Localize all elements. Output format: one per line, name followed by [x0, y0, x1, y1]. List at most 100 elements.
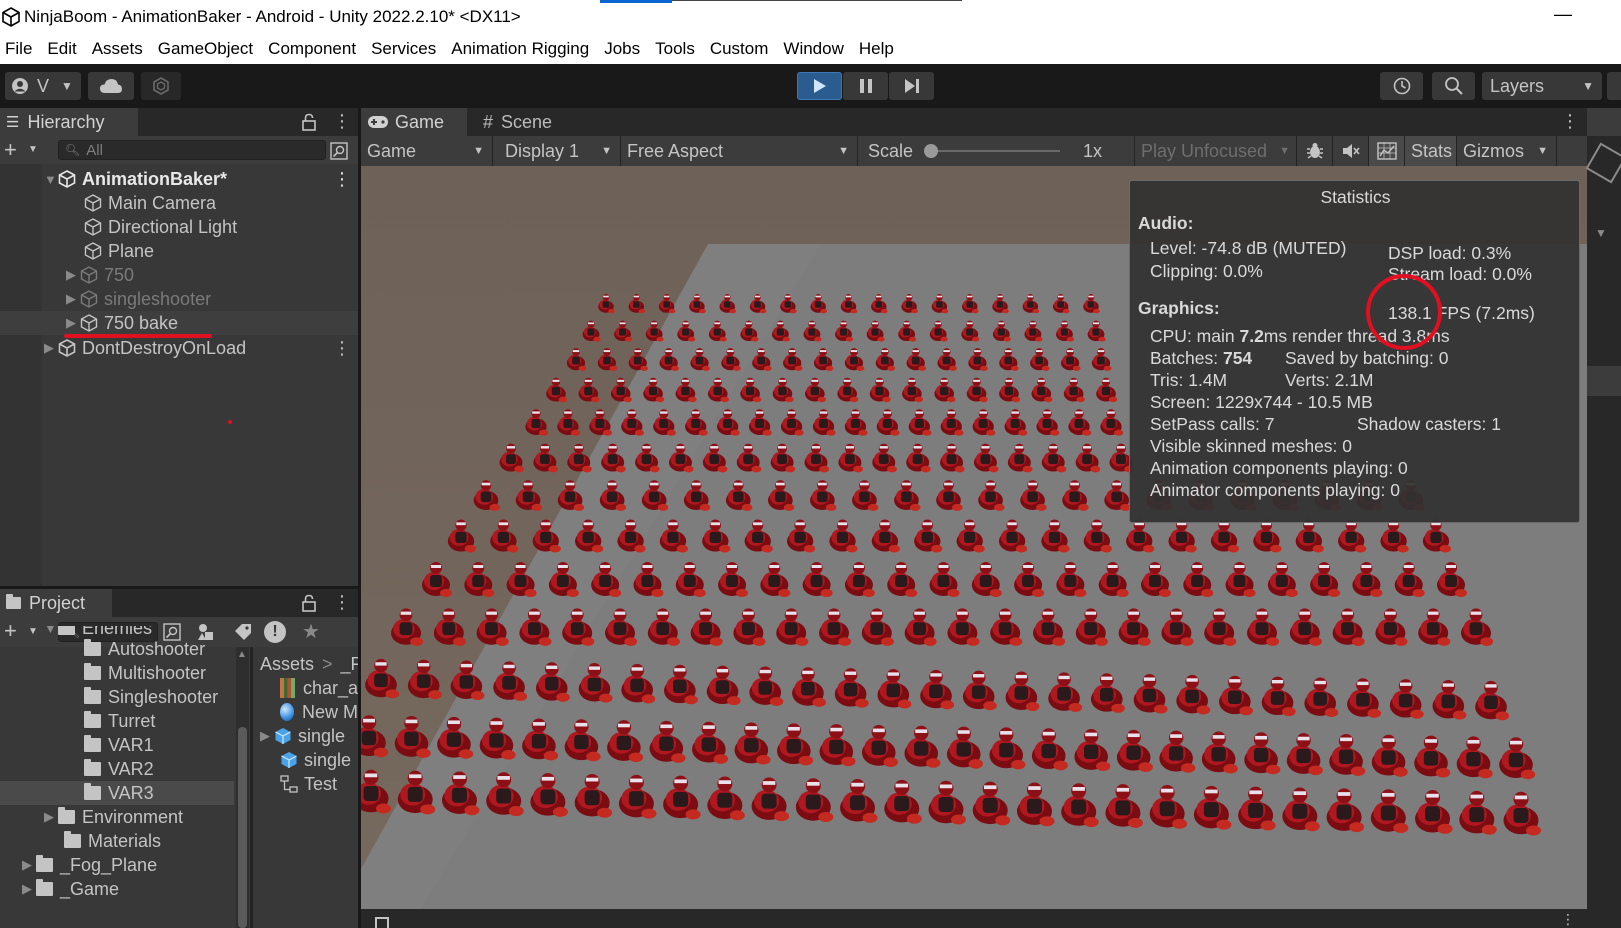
game-mode-dropdown[interactable]: Game ▼ — [361, 136, 493, 166]
layout-dropdown[interactable] — [1607, 72, 1621, 100]
expand-arrow-icon[interactable]: ▶ — [66, 315, 80, 331]
expand-arrow-icon[interactable]: ▶ — [66, 267, 80, 283]
star-icon[interactable]: ★ — [302, 619, 320, 644]
step-button[interactable] — [889, 72, 934, 100]
label-icon[interactable] — [234, 623, 252, 641]
lock-icon[interactable] — [302, 113, 316, 131]
menu-file[interactable]: File — [3, 39, 34, 59]
bug-icon — [1306, 143, 1323, 159]
play-button[interactable] — [797, 72, 842, 100]
project-asset[interactable]: New M — [280, 700, 358, 724]
project-folder[interactable]: Autoshooter — [84, 637, 205, 661]
kebab-menu-icon[interactable]: ⋮ — [333, 111, 351, 132]
project-folder[interactable]: VAR2 — [84, 757, 154, 781]
project-asset[interactable]: char_a — [280, 676, 358, 700]
menu-services[interactable]: Services — [369, 39, 438, 59]
stats-graph-button[interactable] — [1369, 136, 1405, 166]
search-button[interactable] — [1432, 72, 1475, 100]
gizmos-button[interactable]: Gizmos ▼ — [1457, 136, 1557, 166]
chevron-down-icon[interactable]: ▼ — [1595, 226, 1607, 240]
menu-window[interactable]: Window — [781, 39, 845, 59]
hierarchy-item[interactable]: Plane — [0, 239, 358, 263]
expand-arrow-icon[interactable]: ▶ — [44, 809, 58, 825]
console-icon[interactable] — [375, 917, 389, 928]
aspect-dropdown[interactable]: Free Aspect ▼ — [621, 136, 858, 166]
project-folder[interactable]: ▶ Environment — [44, 805, 183, 829]
kebab-menu-icon[interactable]: ⋮ — [1561, 911, 1575, 928]
tab-hierarchy[interactable]: ☰ Hierarchy — [0, 108, 138, 136]
mute-button[interactable] — [1333, 136, 1369, 166]
scale-slider-track[interactable] — [930, 150, 1060, 152]
add-icon[interactable]: + — [4, 137, 17, 163]
hierarchy-item[interactable]: Directional Light — [0, 215, 358, 239]
project-folder[interactable]: Singleshooter — [84, 685, 218, 709]
project-asset[interactable]: single — [280, 748, 358, 772]
kebab-menu-icon[interactable]: ⋮ — [333, 169, 351, 190]
kebab-menu-icon[interactable]: ⋮ — [333, 592, 351, 613]
expand-arrow-icon[interactable]: ▼ — [44, 172, 58, 187]
play-mode-dropdown[interactable]: Play Unfocused ▼ — [1135, 136, 1297, 166]
display-dropdown[interactable]: Display 1 ▼ — [493, 136, 621, 166]
history-button[interactable] — [1380, 72, 1423, 100]
project-folder[interactable]: ▶ _Game — [22, 877, 119, 901]
account-dropdown[interactable]: V ▼ — [5, 72, 81, 100]
project-folder[interactable]: ▶ _Fog_Plane — [22, 853, 157, 877]
menu-tools[interactable]: Tools — [653, 39, 697, 59]
breadcrumb-assets[interactable]: Assets — [260, 654, 314, 675]
tab-project[interactable]: Project — [0, 589, 112, 617]
menu-assets[interactable]: Assets — [90, 39, 145, 59]
project-folder[interactable]: Materials — [64, 829, 161, 853]
menu-custom[interactable]: Custom — [708, 39, 771, 59]
cloud-button[interactable] — [88, 72, 134, 100]
project-asset[interactable]: Test — [280, 772, 358, 796]
lock-icon[interactable] — [302, 594, 316, 612]
scene-row[interactable]: ▼ AnimationBaker* ⋮ — [0, 167, 358, 191]
dontdestroy-row[interactable]: ▶ DontDestroyOnLoad ⋮ — [0, 336, 358, 360]
project-folder[interactable]: Multishooter — [84, 661, 206, 685]
collab-button[interactable] — [141, 72, 181, 100]
minimize-button[interactable]: — — [1554, 4, 1572, 25]
hierarchy-item[interactable]: ▶ singleshooter — [0, 287, 358, 311]
hierarchy-item[interactable]: Main Camera — [0, 191, 358, 215]
scroll-up-icon[interactable]: ▲ — [237, 649, 247, 660]
hierarchy-item[interactable]: ▶ 750 — [0, 263, 358, 287]
hierarchy-search-input[interactable]: 🔍︎ All — [58, 140, 326, 160]
pause-button[interactable] — [843, 72, 888, 100]
expand-arrow-icon[interactable]: ▶ — [22, 857, 36, 873]
layers-dropdown[interactable]: Layers ▼ — [1482, 72, 1602, 100]
kebab-menu-icon[interactable]: ⋮ — [333, 338, 351, 359]
project-folder[interactable]: Turret — [84, 709, 155, 733]
expand-arrow-icon[interactable]: ▶ — [44, 340, 58, 356]
tab-game[interactable]: Game — [361, 108, 467, 136]
inspector-field[interactable] — [1587, 366, 1621, 396]
menu-component[interactable]: Component — [266, 39, 358, 59]
hierarchy-item-selected[interactable]: ▶ 750 bake — [0, 311, 358, 335]
project-folder[interactable]: VAR1 — [84, 733, 154, 757]
debug-button[interactable] — [1297, 136, 1333, 166]
menu-jobs[interactable]: Jobs — [602, 39, 642, 59]
project-asset[interactable]: ▶ single — [260, 724, 358, 748]
menu-animation-rigging[interactable]: Animation Rigging — [449, 39, 591, 59]
inspector-tab[interactable] — [1587, 108, 1621, 136]
tab-scene[interactable]: # Scene — [473, 108, 583, 136]
character-model — [447, 519, 477, 553]
breadcrumb-next[interactable]: _F — [341, 654, 358, 675]
chevron-down-icon[interactable]: ▼ — [28, 626, 38, 637]
scale-slider-thumb[interactable] — [924, 144, 938, 158]
expand-arrow-icon[interactable]: ▶ — [66, 291, 80, 307]
stats-button[interactable]: Stats — [1405, 136, 1457, 166]
scene-search-icon[interactable] — [330, 142, 348, 160]
menu-gameobject[interactable]: GameObject — [156, 39, 255, 59]
expand-arrow-icon[interactable]: ▶ — [22, 881, 36, 897]
warning-icon[interactable]: ! — [264, 621, 286, 643]
project-folder-selected[interactable]: VAR3 — [84, 781, 154, 805]
chevron-down-icon[interactable]: ▼ — [28, 144, 38, 155]
add-icon[interactable]: + — [4, 618, 17, 644]
expand-arrow-icon[interactable]: ▶ — [260, 728, 274, 744]
menu-help[interactable]: Help — [857, 39, 896, 59]
project-tree-scrollbar[interactable]: ▲ — [236, 647, 249, 928]
scrollbar-thumb[interactable] — [238, 727, 247, 928]
kebab-menu-icon[interactable]: ⋮ — [1561, 111, 1579, 132]
menu-edit[interactable]: Edit — [45, 39, 78, 59]
character-model — [1149, 784, 1188, 829]
